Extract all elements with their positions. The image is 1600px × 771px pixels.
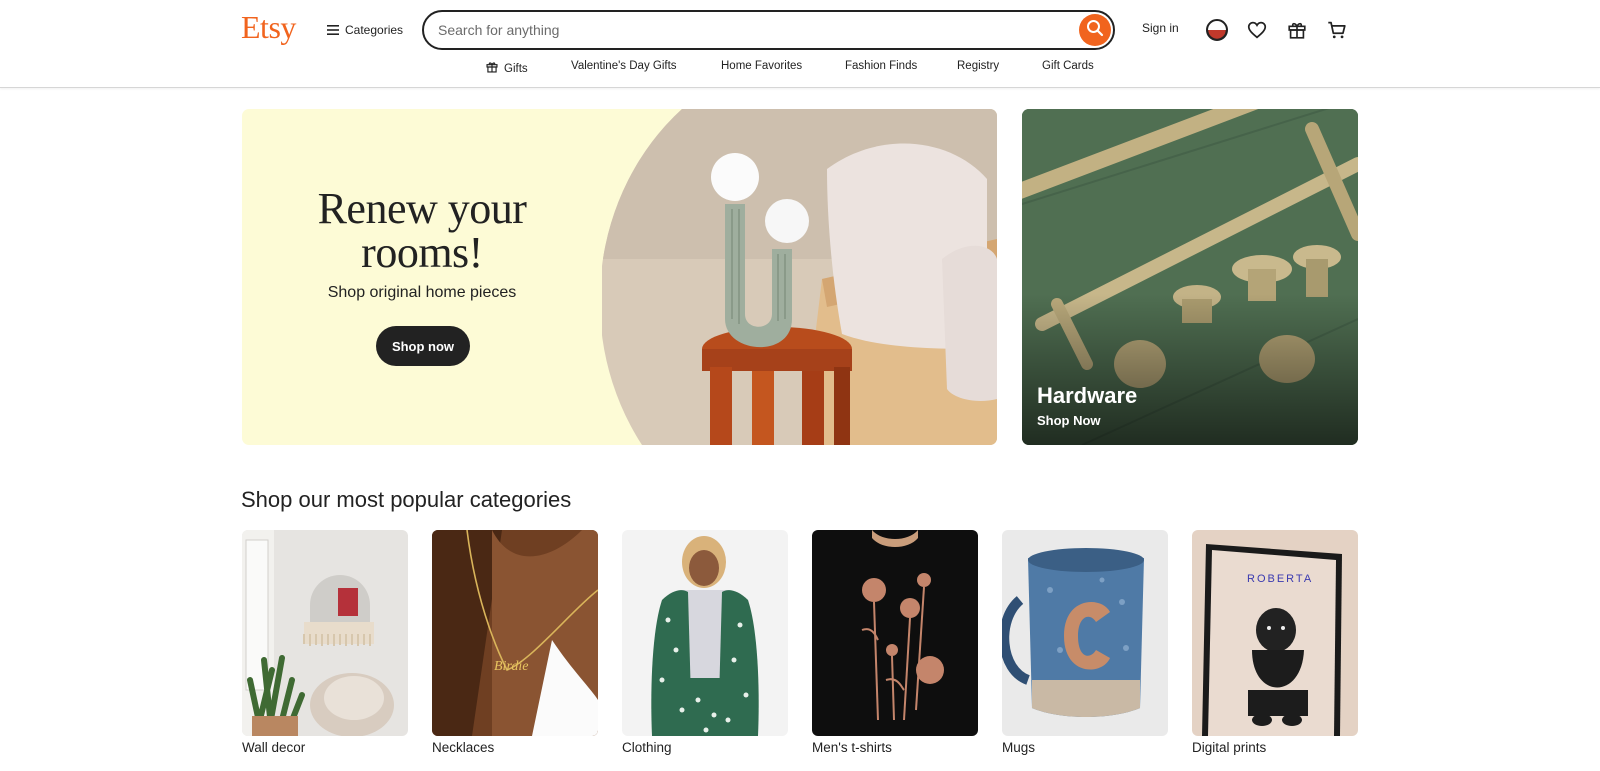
search-button[interactable] [1079, 14, 1111, 46]
gift-icon[interactable] [1284, 17, 1310, 43]
subnav-gifts[interactable]: Gifts [485, 60, 528, 77]
categories-label: Categories [345, 23, 404, 37]
gift-icon [485, 60, 499, 77]
category-mens-t-shirts[interactable]: Men's t-shirts [812, 530, 978, 755]
hardware-card[interactable]: Hardware Shop Now [1022, 109, 1358, 445]
search-input[interactable] [438, 12, 1038, 48]
clothing-image [622, 530, 788, 736]
search-icon [1086, 19, 1104, 42]
category-label: Mugs [1002, 740, 1036, 755]
subnav-label: Gifts [504, 62, 528, 75]
category-clothing[interactable]: Clothing [622, 530, 788, 755]
hero-title: Renew your rooms! [242, 187, 602, 275]
wall-decor-image [242, 530, 408, 736]
category-label: Necklaces [432, 740, 495, 755]
sign-in-link[interactable]: Sign in [1142, 21, 1179, 35]
favorites-heart-icon[interactable] [1244, 17, 1270, 43]
menu-icon [327, 25, 339, 35]
hero-subtitle: Shop original home pieces [327, 284, 517, 301]
search-bar [422, 10, 1115, 50]
mugs-image [1002, 530, 1168, 736]
category-label: Men's t-shirts [812, 740, 892, 755]
sub-navigation: Gifts Valentine's Day Gifts Home Favorit… [0, 60, 1600, 78]
etsy-logo[interactable]: Etsy [241, 9, 296, 46]
category-wall-decor[interactable]: Wall decor [242, 530, 408, 755]
cart-icon[interactable] [1324, 17, 1350, 43]
category-label: Clothing [622, 740, 672, 755]
category-necklaces[interactable]: Birdie Necklaces [432, 530, 598, 755]
subnav-fashion-finds[interactable]: Fashion Finds [845, 60, 917, 72]
region-flag-icon[interactable] [1204, 17, 1230, 43]
hardware-title: Hardware [1037, 383, 1138, 408]
shop-now-button[interactable]: Shop now [376, 326, 470, 366]
hero-title-line2: rooms! [361, 228, 483, 277]
category-mugs[interactable]: Mugs [1002, 530, 1168, 755]
category-label: Wall decor [242, 740, 306, 755]
subnav-registry[interactable]: Registry [957, 60, 999, 72]
subnav-home-favorites[interactable]: Home Favorites [721, 60, 802, 72]
hero-text-block: Renew your rooms! Shop original home pie… [242, 109, 602, 445]
mens-t-shirts-image [812, 530, 978, 736]
hardware-shop-now-link[interactable]: Shop Now [1037, 413, 1101, 428]
hero-banner[interactable]: Renew your rooms! Shop original home pie… [242, 109, 997, 445]
category-digital-prints[interactable]: ROBERTA Digital prints [1192, 530, 1358, 755]
print-text: ROBERTA [1247, 573, 1313, 585]
necklaces-image: Birdie [432, 530, 598, 736]
category-label: Digital prints [1192, 740, 1267, 755]
subnav-valentines-day-gifts[interactable]: Valentine's Day Gifts [571, 60, 677, 72]
digital-prints-image: ROBERTA [1192, 530, 1358, 736]
site-header: Etsy Categories Sign in Gifts Va [0, 0, 1600, 88]
subnav-gift-cards[interactable]: Gift Cards [1042, 60, 1094, 72]
categories-button[interactable]: Categories [327, 18, 403, 42]
popular-categories-title: Shop our most popular categories [241, 487, 572, 512]
hero-title-line1: Renew your [317, 184, 527, 233]
necklace-nameplate-text: Birdie [494, 659, 528, 674]
